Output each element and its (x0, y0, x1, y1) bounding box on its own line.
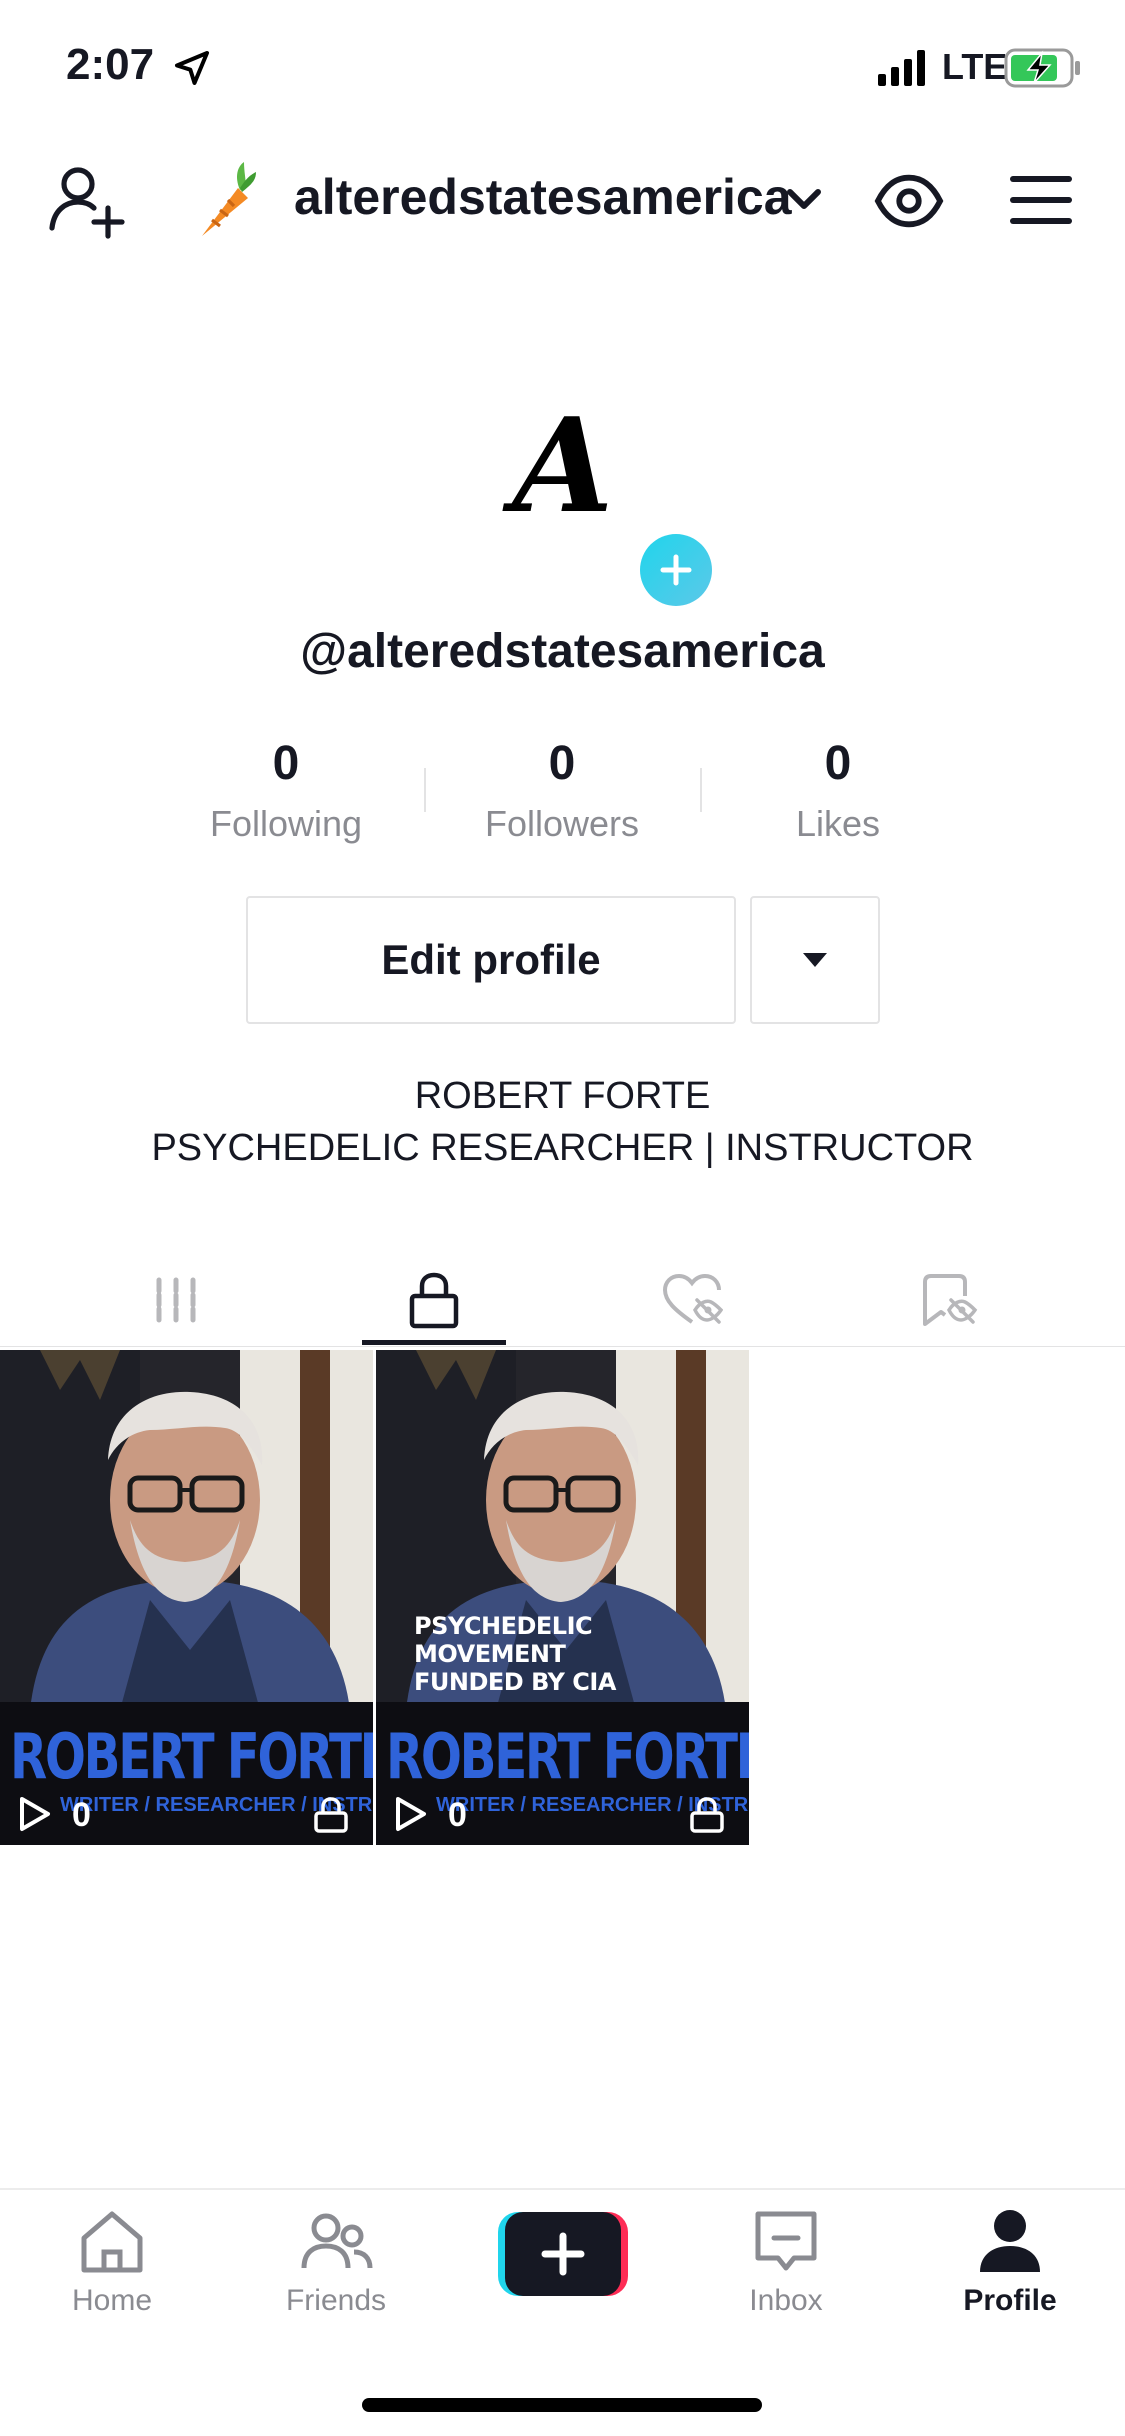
video-view-count: 0 (72, 1796, 91, 1834)
nav-label: Friends (285, 2284, 387, 2317)
play-icon (396, 1797, 426, 1831)
nav-label: Home (71, 2284, 153, 2317)
profile-avatar[interactable]: A (468, 370, 658, 560)
tab-saved[interactable] (880, 1250, 1020, 1350)
video-view-count: 0 (448, 1796, 467, 1834)
stat-followers[interactable]: 0 Followers (447, 736, 677, 845)
liked-hidden-icon (662, 1273, 723, 1324)
edit-profile-button[interactable]: Edit profile (246, 896, 736, 1024)
stat-value: 0 (272, 737, 300, 790)
stat-label: Likes (795, 803, 881, 844)
nav-home[interactable]: Home (32, 2206, 192, 2318)
video-overlay-caption: PSYCHEDELIC MOVEMENT FUNDED BY CIA (414, 1612, 616, 1696)
create-post-button[interactable] (498, 2212, 628, 2296)
stat-value: 0 (548, 737, 576, 790)
plus-icon (660, 554, 692, 586)
private-lock-icon (409, 1272, 459, 1329)
caret-down-icon (803, 953, 827, 967)
battery-charging-icon (1004, 48, 1080, 88)
nav-label: Inbox (749, 2284, 823, 2317)
lock-icon (690, 1797, 724, 1833)
inbox-icon (755, 2211, 817, 2271)
home-icon (81, 2211, 143, 2273)
nav-friends[interactable]: Friends (256, 2206, 416, 2318)
saved-hidden-icon (923, 1274, 978, 1326)
avatar-add-button[interactable] (640, 534, 712, 606)
stat-divider (700, 768, 702, 812)
stat-following[interactable]: 0 Following (171, 736, 401, 845)
carrot-icon (202, 162, 256, 236)
video-thumbnail[interactable]: ROBERT FORTE WRITER / RESEARCHER / INSTR… (0, 1350, 373, 1845)
profile-views-eye-icon[interactable] (874, 166, 944, 236)
tab-private[interactable] (364, 1250, 504, 1350)
menu-hamburger-icon[interactable] (1010, 172, 1072, 228)
stat-label: Following (209, 803, 363, 844)
status-time: 2:07 (66, 40, 155, 89)
avatar-letter: A (512, 388, 614, 542)
active-tab-indicator (362, 1340, 506, 1345)
account-switcher-username[interactable]: alteredstatesamerica (294, 168, 792, 226)
add-user-icon[interactable] (46, 160, 126, 240)
video-overlay-title: ROBERT FORTE (386, 1720, 749, 1793)
stat-label: Followers (484, 803, 640, 844)
location-arrow-icon (175, 51, 209, 85)
friends-icon (301, 2213, 373, 2269)
stat-likes[interactable]: 0 Likes (723, 736, 953, 845)
nav-profile[interactable]: Profile (930, 2206, 1090, 2318)
network-type: LTE (942, 46, 1008, 87)
nav-inbox[interactable]: Inbox (706, 2206, 866, 2318)
stat-value: 0 (824, 737, 852, 790)
chevron-down-icon[interactable] (784, 180, 824, 220)
lock-icon (314, 1797, 348, 1833)
tab-liked[interactable] (622, 1250, 762, 1350)
tab-videos[interactable] (106, 1250, 246, 1350)
bio-line: PSYCHEDELIC RESEARCHER | INSTRUCTOR (151, 1127, 974, 1169)
play-icon (20, 1797, 50, 1831)
profile-person-icon (980, 2210, 1040, 2272)
videos-grid-icon (156, 1277, 196, 1323)
video-thumbnail[interactable]: PSYCHEDELIC MOVEMENT FUNDED BY CIA ROBER… (376, 1350, 749, 1845)
bottom-nav-divider (0, 2188, 1125, 2190)
profile-handle: @alteredstatesamerica (300, 625, 825, 678)
cellular-signal-icon (878, 50, 925, 86)
nav-label: Profile (963, 2284, 1057, 2317)
bio-line: ROBERT FORTE (414, 1075, 711, 1117)
video-overlay-title: ROBERT FORTE (10, 1720, 373, 1793)
tabs-divider (0, 1346, 1125, 1347)
more-options-button[interactable] (750, 896, 880, 1024)
stat-divider (424, 768, 426, 812)
home-indicator-bar[interactable] (362, 2398, 762, 2412)
profile-bio: ROBERT FORTE PSYCHEDELIC RESEARCHER | IN… (0, 1070, 1125, 1174)
